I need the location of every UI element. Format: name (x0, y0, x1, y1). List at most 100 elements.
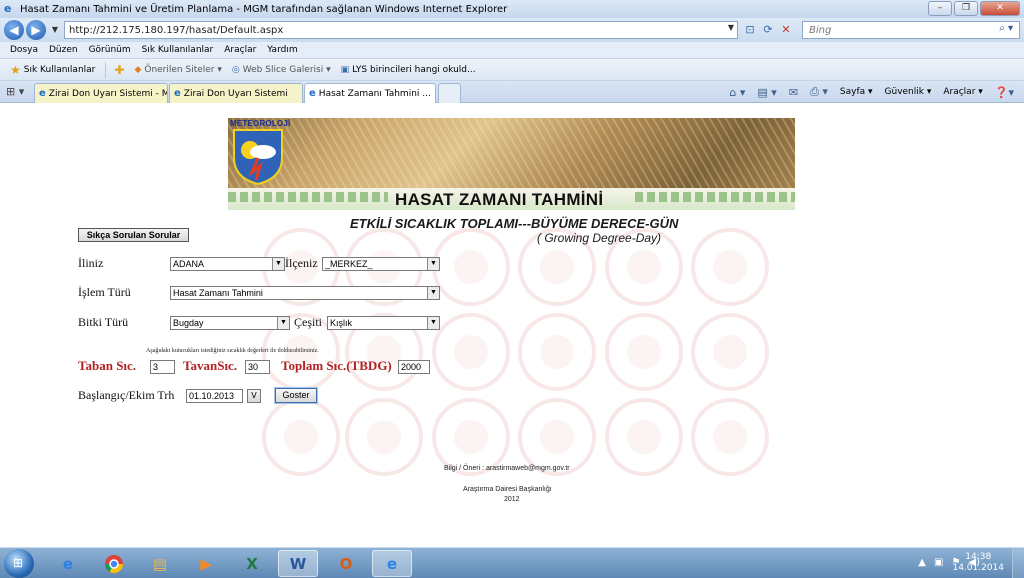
start-button[interactable]: ⊞ (4, 549, 34, 578)
taskbar-word-icon[interactable]: W (278, 550, 318, 577)
compatibility-view-icon[interactable]: ⊡ (741, 21, 759, 39)
faq-button[interactable]: Sıkça Sorulan Sorular (78, 228, 189, 242)
plant-type-label: Bitki Türü (78, 315, 129, 329)
footer-year: 2012 (504, 496, 520, 503)
tab-zirai-don-2[interactable]: e Zirai Don Uyarı Sistemi (169, 83, 303, 103)
max-temp-input[interactable]: 30 (245, 360, 270, 374)
operation-type-label: İşlem Türü (78, 285, 131, 299)
windows-logo-icon: ⊞ (13, 556, 24, 570)
menu-edit[interactable]: Düzen (49, 45, 78, 55)
chevron-down-icon: ▼ (427, 317, 439, 329)
taskbar-excel-icon[interactable]: X (232, 550, 272, 577)
print-icon[interactable]: ⎙ ▾ (810, 85, 828, 99)
max-temp-label: TavanSıc. (183, 358, 238, 373)
taskbar-ie-active-icon[interactable]: e (372, 550, 412, 577)
address-field[interactable]: http://212.175.180.197/hasat/Default.asp… (64, 21, 738, 39)
variety-select[interactable]: Kışlık ▼ (327, 316, 440, 330)
tab-label: Hasat Zamanı Tahmini ... (318, 88, 431, 99)
help-icon[interactable]: ❓▾ (995, 86, 1014, 99)
window-controls: – ❐ ✕ (928, 1, 1020, 16)
taskbar-outlook-icon[interactable]: O (326, 550, 366, 577)
mail-icon[interactable]: ✉ (789, 86, 798, 99)
url-text: http://212.175.180.197/hasat/Default.asp… (69, 24, 284, 36)
taskbar-ie-icon[interactable]: e (48, 550, 88, 577)
banner-title: HASAT ZAMANI TAHMİNİ (395, 190, 604, 209)
clock-time: 14:38 (965, 552, 992, 562)
page-content: METEOROLOJİ HASAT ZAMANI TAHMİNİ ETKİLİ … (0, 103, 1024, 547)
fav-item-lys[interactable]: ▣ LYS birincileri hangi okuld... (341, 65, 476, 75)
maximize-button[interactable]: ❐ (954, 1, 978, 16)
page-subtitle: ETKİLİ SICAKLIK TOPLAMI---BÜYÜME DERECE-… (350, 216, 679, 231)
menu-help[interactable]: Yardım (267, 45, 297, 55)
watermark-logo (691, 228, 769, 306)
mgm-logo (233, 129, 283, 186)
fav-item-label: Önerilen Siteler ▾ (144, 64, 222, 75)
menu-view[interactable]: Görünüm (89, 45, 131, 55)
forward-button[interactable]: ▶ (26, 20, 46, 40)
close-window-button[interactable]: ✕ (980, 1, 1020, 16)
command-bar: ⌂ ▾ ▤ ▾ ✉ ⎙ ▾ Sayfa ▾ Güvenlik ▾ Araçlar… (729, 85, 1014, 99)
menu-tools-cmd[interactable]: Araçlar ▾ (943, 87, 982, 97)
network-icon[interactable]: ▣ (934, 557, 943, 568)
operation-type-value: Hasat Zamanı Tahmini (173, 288, 263, 298)
watermark-logo (432, 228, 510, 306)
chevron-down-icon: ▼ (427, 287, 439, 299)
calendar-toggle-button[interactable]: V (247, 389, 261, 403)
menu-safety[interactable]: Güvenlik ▾ (885, 87, 932, 97)
clock[interactable]: 14:38 14.01.2014 (952, 552, 1004, 574)
windows-taskbar: ⊞ e ▤ ▶ X W O e ▲ ▣ ⚑ ◀) 14:38 14.01.201… (0, 547, 1024, 578)
province-select[interactable]: ADANA ▼ (170, 257, 285, 271)
add-favorite-button[interactable]: ✚ (114, 63, 124, 77)
taskbar-explorer-icon[interactable]: ▤ (140, 550, 180, 577)
taskbar-media-player-icon[interactable]: ▶ (186, 550, 226, 577)
suggested-sites-icon: ◆ (134, 64, 142, 75)
feeds-icon[interactable]: ▤ ▾ (757, 86, 776, 99)
base-temp-input[interactable]: 3 (150, 360, 175, 374)
fav-item-suggested-sites[interactable]: ◆ Önerilen Siteler ▾ (134, 65, 221, 75)
stop-icon[interactable]: ✕ (777, 21, 795, 39)
show-desktop-button[interactable] (1012, 548, 1024, 578)
operation-type-select[interactable]: Hasat Zamanı Tahmini ▼ (170, 286, 440, 300)
fav-item-web-slice[interactable]: ◎ Web Slice Galerisi ▾ (232, 65, 331, 75)
window-title-bar: e Hasat Zamanı Tahmini ve Üretim Planlam… (0, 0, 1024, 18)
search-icon[interactable]: ⌕ ▾ (999, 23, 1013, 34)
search-input[interactable]: Bing ⌕ ▾ (802, 21, 1020, 39)
watermark-logo (345, 398, 423, 476)
ie-icon: e (4, 2, 12, 15)
refresh-icon[interactable]: ⟳ (759, 21, 777, 39)
logo-text: METEOROLOJİ (230, 119, 291, 128)
tab-hasat-zamani[interactable]: e Hasat Zamanı Tahmini ... ✕ (304, 83, 436, 103)
quick-tabs-icon[interactable]: ⊞ ▾ (6, 85, 24, 98)
tray-expand-icon[interactable]: ▲ (918, 557, 926, 568)
new-tab-button[interactable] (438, 83, 461, 103)
variety-value: Kışlık (330, 318, 353, 328)
address-dropdown-icon[interactable]: ▼ (728, 23, 734, 32)
home-icon[interactable]: ⌂ ▾ (729, 86, 745, 99)
menu-page[interactable]: Sayfa ▾ (840, 87, 873, 97)
window-title: Hasat Zamanı Tahmini ve Üretim Planlama … (20, 3, 508, 15)
variety-label: Çeşiti (294, 315, 323, 329)
page-icon: ▣ (340, 64, 350, 75)
history-dropdown-icon[interactable]: ▼ (46, 21, 64, 39)
back-button[interactable]: ◀ (4, 20, 24, 40)
district-value: _MERKEZ_ (325, 259, 373, 269)
start-date-input[interactable]: 01.10.2013 (186, 389, 243, 403)
menu-file[interactable]: Dosya (10, 45, 38, 55)
header-banner: METEOROLOJİ HASAT ZAMANI TAHMİNİ (228, 118, 795, 210)
chevron-down-icon: ▼ (427, 258, 439, 270)
contact-info: Bilgi / Öneri : arastirmaweb@mgm.gov.tr (444, 465, 570, 472)
favorites-button[interactable]: ★ Sık Kullanılanlar (10, 63, 95, 77)
tab-label: Zirai Don Uyarı Sistemi - M... (48, 88, 168, 99)
show-button[interactable]: Goster (275, 388, 317, 403)
favorites-bar: ★ Sık Kullanılanlar ✚ ◆ Önerilen Siteler… (0, 59, 1024, 81)
total-temp-input[interactable]: 2000 (398, 360, 430, 374)
minimize-button[interactable]: – (928, 1, 952, 16)
tab-zirai-don-1[interactable]: e Zirai Don Uyarı Sistemi - M... (34, 83, 168, 103)
plant-type-select[interactable]: Bugday ▼ (170, 316, 290, 330)
watermark-logo (691, 313, 769, 391)
taskbar-chrome-icon[interactable] (94, 550, 134, 577)
tab-label: Zirai Don Uyarı Sistemi (183, 88, 288, 99)
menu-favorites[interactable]: Sık Kullanılanlar (142, 45, 214, 55)
menu-tools[interactable]: Araçlar (224, 45, 256, 55)
district-select[interactable]: _MERKEZ_ ▼ (322, 257, 440, 271)
